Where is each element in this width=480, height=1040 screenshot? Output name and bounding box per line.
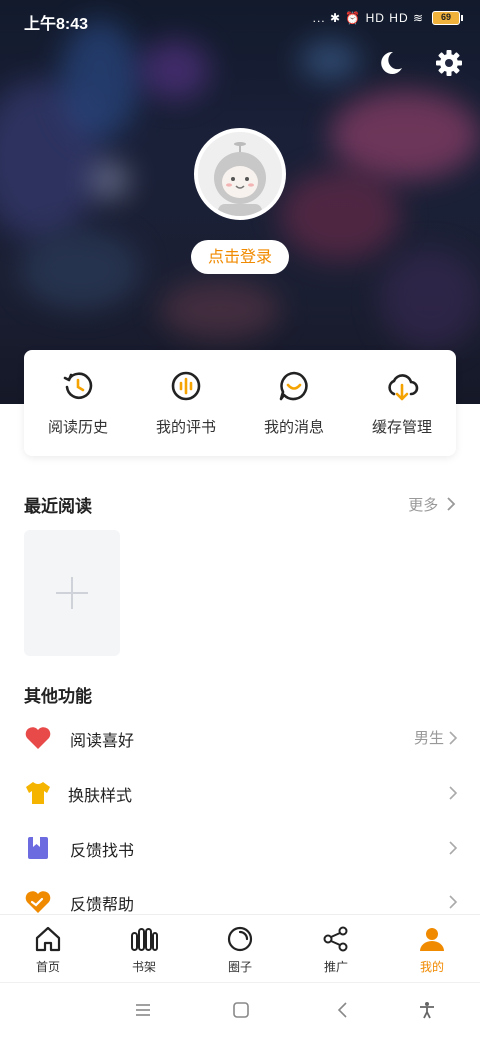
heart-icon	[25, 727, 51, 749]
recent-section-title: 最近阅读	[24, 497, 92, 517]
nav-circle[interactable]: 圈子	[192, 915, 288, 982]
moon-icon[interactable]	[376, 48, 406, 78]
share-icon	[323, 926, 348, 952]
nav-label: 我的	[419, 960, 444, 974]
circle-icon	[227, 926, 253, 952]
nav-label: 圈子	[227, 960, 252, 974]
bookshelf-icon	[131, 928, 158, 951]
quick-action-label: 我的消息	[263, 418, 324, 436]
nav-mine[interactable]: 我的	[384, 915, 480, 982]
chevron-right-icon	[449, 895, 458, 909]
login-button[interactable]: 点击登录	[191, 240, 289, 274]
nav-home[interactable]: 首页	[0, 915, 96, 982]
status-signals: ... ✱ ⏰ HD HD ≋	[312, 11, 424, 25]
quick-action-label: 我的评书	[155, 418, 216, 436]
nav-promote[interactable]: 推广	[288, 915, 384, 982]
book-icon	[28, 837, 48, 859]
system-nav-bar	[0, 982, 480, 1040]
quick-action-cache[interactable]: 缓存管理	[348, 350, 456, 456]
row-label: 阅读喜好	[70, 731, 135, 750]
nav-label: 推广	[323, 960, 348, 974]
row-value: 男生	[413, 729, 444, 747]
message-icon	[279, 371, 308, 401]
battery-icon: 69	[432, 11, 463, 25]
status-time: 上午8:43	[24, 16, 89, 33]
plus-icon	[56, 577, 88, 609]
nav-label: 首页	[35, 960, 60, 974]
row-label: 换肤样式	[68, 786, 133, 805]
home-square-icon[interactable]	[232, 1001, 250, 1019]
back-icon[interactable]	[334, 1001, 352, 1019]
chevron-right-icon	[449, 841, 458, 855]
tshirt-icon	[26, 782, 50, 804]
chevron-right-icon	[447, 497, 456, 511]
avatar[interactable]	[194, 128, 286, 220]
audio-review-icon	[171, 371, 201, 401]
robot-avatar-icon	[198, 132, 282, 216]
nav-bookshelf[interactable]: 书架	[96, 915, 192, 982]
chevron-right-icon	[449, 786, 458, 800]
more-link[interactable]: 更多	[408, 494, 456, 515]
help-heart-icon	[25, 891, 51, 913]
row-skin-style[interactable]: 换肤样式	[0, 767, 480, 821]
quick-actions-card: 阅读历史 我的评书 我的消息 缓存管理	[24, 350, 456, 456]
menu-icon[interactable]	[134, 1001, 152, 1019]
quick-action-label: 阅读历史	[47, 418, 108, 436]
accessibility-icon[interactable]	[418, 1001, 436, 1019]
home-icon	[35, 926, 61, 952]
history-icon	[63, 372, 93, 400]
nav-label: 书架	[131, 960, 156, 974]
quick-action-history[interactable]: 阅读历史	[24, 350, 132, 456]
row-label: 反馈找书	[70, 841, 135, 860]
quick-action-messages[interactable]: 我的消息	[240, 350, 348, 456]
quick-action-label: 缓存管理	[371, 418, 432, 436]
status-bar: 上午8:43 ... ✱ ⏰ HD HD ≋ 69	[0, 0, 480, 40]
chevron-right-icon	[449, 731, 458, 745]
cloud-download-icon	[388, 374, 419, 401]
row-reading-preference[interactable]: 阅读喜好 男生	[0, 712, 480, 766]
add-recent-book-button[interactable]	[24, 530, 120, 656]
bottom-nav: 首页 书架 圈子 推广 我的	[0, 914, 480, 982]
more-label: 更多	[408, 496, 439, 514]
row-feedback-find-book[interactable]: 反馈找书	[0, 822, 480, 876]
status-icons: ... ✱ ⏰ HD HD ≋ 69	[312, 11, 463, 25]
quick-action-review[interactable]: 我的评书	[132, 350, 240, 456]
gear-icon[interactable]	[434, 48, 464, 78]
other-section-title: 其他功能	[24, 687, 92, 707]
user-icon	[420, 928, 444, 951]
row-label: 反馈帮助	[70, 895, 135, 914]
